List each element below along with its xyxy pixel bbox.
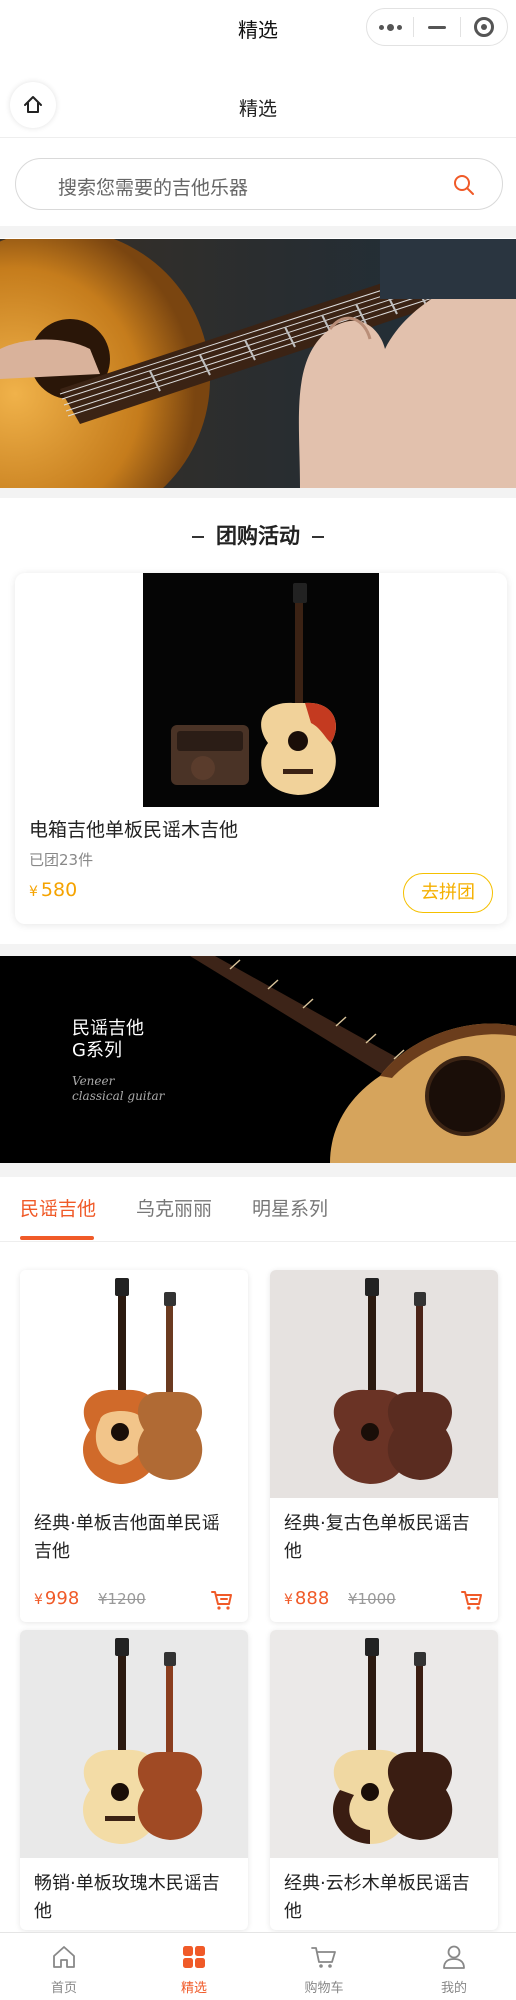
guitar-playing-image — [0, 239, 516, 488]
product-card[interactable]: 畅销·单板玫瑰木民谣吉他 — [20, 1630, 248, 1930]
section-title: 团购活动 — [0, 520, 516, 550]
group-buy-card[interactable]: 电箱吉他单板民谣木吉他 已团23件 ¥580 去拼团 — [15, 573, 507, 924]
product-name: 畅销·单板玫瑰木民谣吉他 — [34, 1873, 220, 1922]
banner-subtitle: G系列 — [72, 1040, 122, 1061]
status-bar: 精选 — [0, 0, 516, 54]
more-button[interactable] — [367, 9, 413, 45]
divider — [0, 944, 516, 956]
product-name: 经典·云杉木单板民谣吉他 — [284, 1873, 470, 1922]
price-value: 888 — [294, 1588, 330, 1609]
page-title: 精选 — [238, 98, 277, 120]
group-buy-sold: 已团23件 — [29, 851, 94, 869]
product-image — [270, 1270, 498, 1498]
product-old-price: ¥1200 — [98, 1590, 146, 1608]
search-input[interactable]: 搜索您需要的吉他乐器 — [58, 173, 248, 200]
search-bar[interactable]: 搜索您需要的吉他乐器 — [15, 158, 503, 210]
tabbar-label: 我的 — [440, 1981, 467, 1996]
banner-caption: Veneer classical guitar — [72, 1074, 164, 1104]
section-title-text: 团购活动 — [216, 524, 300, 548]
search-icon[interactable] — [452, 173, 476, 197]
tab-star-series[interactable]: 明星系列 — [252, 1194, 328, 1221]
banner-caption-line1: Veneer — [72, 1074, 115, 1088]
currency-symbol: ¥ — [284, 1592, 293, 1608]
divider — [0, 226, 516, 238]
group-buy-title: 电箱吉他单板民谣木吉他 — [29, 819, 239, 841]
tab-folk-guitar[interactable]: 民谣吉他 — [20, 1194, 96, 1221]
price-value: 580 — [40, 879, 78, 901]
title-dash-right — [312, 536, 324, 538]
product-name: 经典·复古色单板民谣吉他 — [284, 1513, 470, 1562]
minimize-icon — [428, 25, 446, 29]
group-buy-product-image — [143, 573, 379, 807]
minimize-button[interactable] — [414, 9, 460, 45]
hero-banner[interactable] — [0, 239, 516, 488]
product-card[interactable]: 经典·复古色单板民谣吉他 ¥888 ¥1000 — [270, 1270, 498, 1622]
product-old-price: ¥1000 — [348, 1590, 396, 1608]
category-tabs: 民谣吉他 乌克丽丽 明星系列 — [0, 1180, 516, 1242]
close-target-icon — [474, 17, 494, 37]
banner-caption-line2: classical guitar — [72, 1089, 165, 1103]
home-icon — [53, 1946, 75, 1968]
divider — [0, 488, 516, 498]
series-banner[interactable]: 民谣吉他 G系列 Veneer classical guitar — [0, 956, 516, 1163]
grid-icon — [183, 1946, 205, 1968]
price-value: 998 — [44, 1588, 80, 1609]
tabbar-item-home[interactable]: 首页 — [14, 1933, 114, 2000]
more-dots-icon — [378, 23, 402, 31]
product-price: ¥888 — [284, 1588, 329, 1609]
product-price: ¥998 — [34, 1588, 79, 1609]
nav-bar: 精选 — [0, 76, 516, 138]
tabbar-label: 首页 — [50, 1981, 77, 1996]
close-button[interactable] — [461, 9, 507, 45]
currency-symbol: ¥ — [29, 884, 38, 900]
tabbar-item-mine[interactable]: 我的 — [404, 1933, 504, 2000]
capsule-menu — [366, 8, 508, 46]
bottom-tab-bar: 首页 精选 购物车 我的 — [0, 1932, 516, 2000]
tab-ukulele[interactable]: 乌克丽丽 — [136, 1194, 212, 1221]
product-image — [270, 1630, 498, 1858]
user-icon — [443, 1945, 465, 1969]
add-to-cart-icon[interactable] — [210, 1588, 234, 1612]
divider — [0, 1163, 516, 1177]
product-image — [20, 1270, 248, 1498]
tabbar-item-featured[interactable]: 精选 — [144, 1933, 244, 2000]
product-card[interactable]: 经典·云杉木单板民谣吉他 — [270, 1630, 498, 1930]
page: 精选 精选 搜索您需要的吉他乐器 团购活动 电箱吉他单板民谣木吉他 已团23件 … — [0, 0, 516, 2000]
currency-symbol: ¥ — [34, 1592, 43, 1608]
tabbar-label: 购物车 — [304, 1981, 344, 1996]
join-group-button[interactable]: 去拼团 — [403, 873, 493, 913]
product-card[interactable]: 经典·单板吉他面单民谣吉他 ¥998 ¥1200 — [20, 1270, 248, 1622]
group-buy-price: ¥580 — [29, 879, 77, 901]
tabbar-item-cart[interactable]: 购物车 — [274, 1933, 374, 2000]
add-to-cart-icon[interactable] — [460, 1588, 484, 1612]
active-tab-indicator — [20, 1236, 94, 1240]
cart-icon — [311, 1947, 336, 1968]
tabbar-label: 精选 — [180, 1981, 207, 1996]
product-image — [20, 1630, 248, 1858]
title-dash-left — [192, 536, 204, 538]
product-name: 经典·单板吉他面单民谣吉他 — [34, 1513, 220, 1562]
